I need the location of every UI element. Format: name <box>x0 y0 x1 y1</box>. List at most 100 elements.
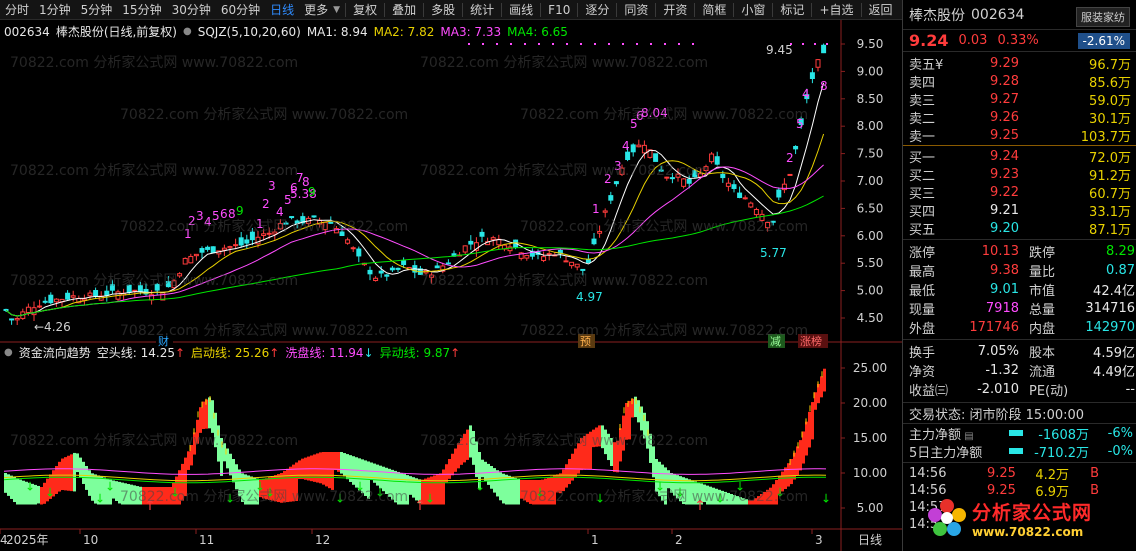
ribbon-red <box>823 368 826 392</box>
period-group: 分时 1分钟 5分钟 15分钟 30分钟 60分钟 日线 更多 ▼ <box>0 0 343 20</box>
bid-price: 9.22 <box>990 184 1019 200</box>
sequence-label: 5 <box>284 193 292 207</box>
candle-up <box>322 221 328 231</box>
price-axis-label: 8.50 <box>857 92 884 106</box>
period-60min[interactable]: 60分钟 <box>216 0 265 20</box>
ask-price: 9.28 <box>990 73 1019 89</box>
signal-dot <box>636 43 638 45</box>
down-arrow-signal: ↓ <box>655 480 665 494</box>
tool-fanhui[interactable]: 返回 <box>864 0 898 20</box>
tool-zhufen[interactable]: 逐分 <box>580 0 614 20</box>
signal-dot <box>664 43 666 45</box>
tool-f10[interactable]: F10 <box>543 0 575 20</box>
period-fenshi[interactable]: 分时 <box>0 0 34 20</box>
tool-tongzi[interactable]: 同资 <box>619 0 653 20</box>
ribbon-red <box>280 473 283 503</box>
tool-huaxian[interactable]: 画线 <box>504 0 538 20</box>
period-30min[interactable]: 30分钟 <box>167 0 216 20</box>
tool-jiankuang[interactable]: 简框 <box>697 0 731 20</box>
period-15min[interactable]: 15分钟 <box>117 0 166 20</box>
bid-row: 买二 9.23 91.2万 <box>903 165 1136 184</box>
candle-up <box>703 166 709 172</box>
candle-up <box>546 253 552 256</box>
bid-price: 9.21 <box>990 202 1019 218</box>
tool-zixuan[interactable]: +自选 <box>814 0 858 20</box>
ribbon-red <box>331 452 334 490</box>
chart-area[interactable]: 9.50 9.00 8.50 8.00 7.50 7.00 6.50 6.00 5.50 5.00… <box>0 20 902 551</box>
ribbon-red <box>523 480 526 501</box>
candle-up <box>31 307 37 316</box>
stat-label: 最低 <box>909 284 936 299</box>
period-daily[interactable]: 日线 <box>265 0 299 20</box>
ribbon-green <box>124 483 127 505</box>
ribbon-red <box>799 440 802 471</box>
stat-label: 量比 <box>1029 265 1056 280</box>
down-arrow-signal: ↓ <box>675 486 685 500</box>
tick-time: 14:56 <box>909 466 947 481</box>
tool-biaoji[interactable]: 标记 <box>775 0 809 20</box>
period-5min[interactable]: 5分钟 <box>76 0 118 20</box>
price-change: 0.03 <box>958 33 988 48</box>
settings-circle-icon[interactable]: ● <box>4 347 13 358</box>
candle-down <box>9 318 15 321</box>
tick-price: 9.25 <box>987 466 1016 481</box>
toolbar-divider <box>694 2 696 17</box>
tool-fuquan[interactable]: 复权 <box>348 0 382 20</box>
ribbon-red <box>445 464 448 483</box>
tool-diejia[interactable]: 叠加 <box>387 0 421 20</box>
indicator-title[interactable]: 资金流向趋势 <box>19 344 91 361</box>
down-arrow-signal: ↓ <box>355 480 365 494</box>
ribbon-red <box>439 473 442 505</box>
tick-row: 14:56 9.25 4.2万 B <box>903 465 1136 483</box>
indicator-kongtou: 空头线: 14.25 <box>96 346 175 360</box>
ribbon-red <box>760 494 763 505</box>
flow-pct: -6% <box>1107 425 1133 441</box>
period-1min[interactable]: 1分钟 <box>34 0 76 20</box>
candle-up <box>188 255 194 264</box>
tool-xiaochuang[interactable]: 小窗 <box>736 0 770 20</box>
legend-indicator[interactable]: SQJZ(5,10,20,60) <box>198 25 301 39</box>
candle-up <box>345 239 351 244</box>
candle-down <box>591 238 597 245</box>
ribbon-green <box>706 485 709 505</box>
ribbon-green <box>139 486 142 505</box>
ribbon-red <box>313 454 316 482</box>
down-arrow-icon: ↓ <box>363 345 374 360</box>
signal-dot <box>802 43 804 45</box>
tool-kaizi[interactable]: 开资 <box>658 0 692 20</box>
stat-row: 涨停 10.13 跌停 8.29 <box>903 242 1136 261</box>
tick-direction: B <box>1090 466 1099 481</box>
ribbon-red <box>811 402 814 440</box>
ribbon-red <box>199 407 202 433</box>
ribbon-green <box>469 425 472 458</box>
candle-down <box>42 300 48 303</box>
sequence-label: 2 <box>786 151 794 165</box>
chevron-down-icon[interactable]: ▼ <box>333 5 340 15</box>
stat-value: 171746 <box>969 320 1019 335</box>
price-axis-label: 7.00 <box>857 174 884 188</box>
event-zhangbang: 涨榜 <box>800 334 822 348</box>
ribbon-red <box>319 452 322 484</box>
sector-badge[interactable]: 服装家纺 <box>1076 7 1130 27</box>
ribbon-red <box>163 487 166 505</box>
ribbon-red <box>460 438 463 465</box>
logo-title: 分析家公式网 <box>972 501 1093 524</box>
ask-label: 卖五¥ <box>909 57 944 73</box>
ask-volume: 30.1万 <box>1089 111 1131 127</box>
sequence-label: 5 <box>796 117 804 131</box>
kline-chart[interactable]: 9.50 9.00 8.50 8.00 7.50 7.00 6.50 6.00 5.50 5.00… <box>0 20 902 551</box>
sequence-label: 6 <box>636 109 644 123</box>
tool-tongji[interactable]: 统计 <box>465 0 499 20</box>
bid-volume: 33.1万 <box>1089 204 1131 220</box>
down-arrow-signal: ↓ <box>425 492 435 506</box>
bid-label: 买二 <box>909 168 936 184</box>
ribbon-green <box>4 473 7 493</box>
sector-pct-badge[interactable]: -2.61% <box>1077 33 1130 49</box>
bid-row: 买五 9.20 87.1万 <box>903 219 1136 238</box>
settings-circle-icon[interactable]: ● <box>183 26 192 37</box>
ribbon-green <box>487 463 490 485</box>
bid-label: 买三 <box>909 186 936 202</box>
period-more[interactable]: 更多 <box>299 0 333 20</box>
peak-annotation: 8.04 <box>641 106 668 120</box>
tool-duogu[interactable]: 多股 <box>426 0 460 20</box>
